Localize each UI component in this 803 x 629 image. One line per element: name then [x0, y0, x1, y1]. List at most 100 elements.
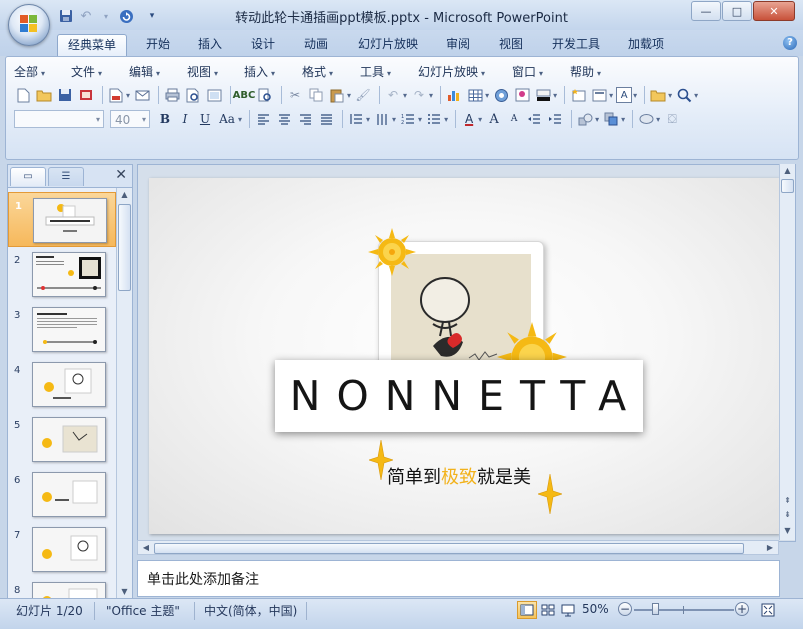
slide-canvas[interactable]: NONNETTA 简单到极致就是美 [149, 178, 779, 534]
paste-icon[interactable] [328, 86, 346, 104]
scroll-up-icon[interactable]: ▲ [117, 188, 132, 201]
save-icon[interactable] [56, 86, 74, 104]
permission-icon[interactable] [77, 86, 95, 104]
scroll-down-icon[interactable]: ▼ [117, 585, 132, 598]
slide-sorter-view-icon[interactable] [538, 601, 558, 619]
menu-edit[interactable]: 编辑 ▾ [129, 63, 187, 80]
open-folder-icon[interactable] [35, 86, 53, 104]
justify-icon[interactable] [317, 110, 335, 128]
new-document-icon[interactable] [14, 86, 32, 104]
slide-horizontal-scrollbar[interactable]: ◀ ▶ [137, 540, 779, 555]
italic-button[interactable]: I [176, 110, 194, 128]
slideshow-view-icon[interactable] [558, 601, 578, 619]
decrease-indent-icon[interactable] [525, 110, 543, 128]
dropdown-arrow-icon[interactable]: ▾ [429, 91, 433, 100]
text-box-icon[interactable]: A [616, 87, 633, 103]
office-button[interactable] [8, 4, 50, 46]
print-preview-icon[interactable] [184, 86, 202, 104]
cut-icon[interactable]: ✂ [286, 86, 304, 104]
redo-icon[interactable]: ↷ [410, 86, 428, 104]
dropdown-arrow-icon[interactable]: ▾ [418, 115, 422, 124]
slide-thumbnail[interactable]: 3 [8, 302, 116, 357]
maximize-button[interactable]: □ [722, 1, 752, 21]
tab-slideshow[interactable]: 幻灯片放映 [350, 34, 426, 56]
underline-button[interactable]: U [196, 110, 214, 128]
minimize-button[interactable]: — [691, 1, 721, 21]
text-direction-icon[interactable] [373, 110, 391, 128]
tab-slides-thumbnails[interactable]: ▭ [10, 167, 46, 186]
slide-title[interactable]: NONNETTA [275, 360, 643, 432]
numbering-icon[interactable]: 12 [399, 110, 417, 128]
font-color-button[interactable]: A [460, 110, 478, 128]
color-bar-icon[interactable] [534, 86, 552, 104]
insert-table-icon[interactable] [466, 86, 484, 104]
dropdown-arrow-icon[interactable]: ▾ [126, 91, 130, 100]
thumbnails-scrollbar[interactable]: ▲ ▼ [116, 188, 132, 598]
zoom-slider-handle[interactable] [652, 603, 659, 615]
slide-thumbnail[interactable]: 2 [8, 247, 116, 302]
export-pdf-icon[interactable] [107, 86, 125, 104]
dropdown-arrow-icon[interactable]: ▾ [366, 115, 370, 124]
menu-view[interactable]: 视图 ▾ [187, 63, 244, 80]
align-right-icon[interactable] [296, 110, 314, 128]
slide-thumbnail[interactable]: 8 [8, 577, 116, 598]
tab-view[interactable]: 视图 [491, 34, 531, 56]
dropdown-arrow-icon[interactable]: ▾ [238, 115, 242, 124]
dropdown-arrow-icon[interactable]: ▾ [668, 91, 672, 100]
close-button[interactable]: ✕ [753, 1, 795, 21]
tab-home[interactable]: 开始 [138, 34, 178, 56]
dropdown-arrow-icon[interactable]: ▾ [347, 91, 351, 100]
zoom-level[interactable]: 50% [582, 602, 609, 616]
insert-picture-icon[interactable] [513, 86, 531, 104]
slide-thumbnail[interactable]: 7 [8, 522, 116, 577]
dropdown-arrow-icon[interactable]: ▾ [478, 115, 482, 124]
dropdown-arrow-icon[interactable]: ▾ [621, 115, 625, 124]
line-spacing-icon[interactable] [347, 110, 365, 128]
zoom-out-icon[interactable]: − [618, 602, 632, 616]
research-icon[interactable] [256, 86, 274, 104]
slide-subtitle[interactable]: 简单到极致就是美 [387, 463, 531, 489]
grow-font-button[interactable]: A [485, 110, 503, 128]
tab-classic-menu[interactable]: 经典菜单 [57, 34, 127, 57]
dropdown-arrow-icon[interactable]: ▾ [485, 91, 489, 100]
close-pane-icon[interactable]: ✕ [115, 167, 127, 183]
dropdown-arrow-icon[interactable]: ▾ [553, 91, 557, 100]
scroll-left-icon[interactable]: ◀ [140, 541, 152, 554]
zoom-in-icon[interactable]: + [735, 602, 749, 616]
open-folder-icon[interactable] [649, 86, 667, 104]
bullets-icon[interactable] [425, 110, 443, 128]
scrollbar-thumb[interactable] [154, 543, 744, 554]
scrollbar-thumb[interactable] [781, 179, 794, 193]
increase-indent-icon[interactable] [546, 110, 564, 128]
insert-chart-icon[interactable] [445, 86, 463, 104]
slide-thumbnail[interactable]: 4 [8, 357, 116, 412]
scroll-right-icon[interactable]: ▶ [764, 541, 776, 554]
scroll-down-icon[interactable]: ▼ [780, 524, 795, 537]
slide-sorter-icon[interactable] [205, 86, 223, 104]
tab-outline[interactable]: ☰ [48, 167, 84, 186]
menu-window[interactable]: 窗口 ▾ [512, 63, 570, 80]
zoom-slider-track[interactable] [634, 609, 734, 611]
scrollbar-thumb[interactable] [118, 204, 131, 291]
layout-icon[interactable] [590, 86, 608, 104]
find-icon[interactable] [675, 86, 693, 104]
bold-button[interactable]: B [156, 110, 174, 128]
dropdown-arrow-icon[interactable]: ▾ [694, 91, 698, 100]
dropdown-arrow-icon[interactable]: ▾ [656, 115, 660, 124]
spelling-icon[interactable]: ABC [233, 86, 256, 104]
dropdown-arrow-icon[interactable]: ▾ [595, 115, 599, 124]
format-painter-icon[interactable]: 🖌 [354, 86, 372, 104]
shapes-icon[interactable] [576, 110, 594, 128]
menu-file[interactable]: 文件 ▾ [71, 63, 129, 80]
next-slide-icon[interactable]: ⇟ [780, 508, 795, 521]
tab-insert[interactable]: 插入 [190, 34, 230, 56]
tab-addins[interactable]: 加载项 [620, 34, 672, 56]
font-name-combo[interactable]: ▾ [14, 110, 104, 128]
dropdown-arrow-icon[interactable]: ▾ [403, 91, 407, 100]
paint-bucket-icon[interactable]: ⛋ [663, 110, 681, 128]
change-case-button[interactable]: Aa [216, 110, 238, 128]
copy-icon[interactable] [307, 86, 325, 104]
menu-tools[interactable]: 工具 ▾ [360, 63, 418, 80]
fit-to-window-icon[interactable] [758, 601, 778, 619]
print-icon[interactable] [163, 86, 181, 104]
